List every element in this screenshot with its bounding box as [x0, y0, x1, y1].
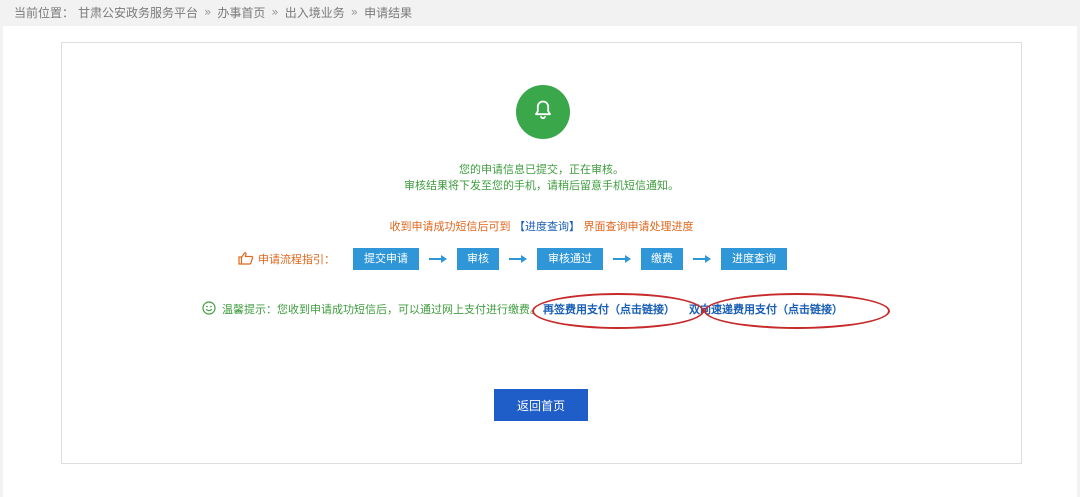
content-panel: 您的申请信息已提交，正在审核。 审核结果将下发至您的手机，请稍后留意手机短信通知…: [3, 26, 1077, 497]
arrow-right-icon: [499, 255, 537, 263]
arrow-right-icon: [683, 255, 721, 263]
step-submit: 提交申请: [353, 248, 419, 270]
breadcrumb-separator: »: [271, 5, 279, 19]
notice-text-after: 界面查询申请处理进度: [583, 220, 694, 233]
process-flow: 申请流程指引： 提交申请 审核 审核通过 缴费 进度查询: [238, 248, 787, 270]
result-card: 您的申请信息已提交，正在审核。 审核结果将下发至您的手机，请稍后留意手机短信通知…: [61, 42, 1022, 464]
step-progress-query: 进度查询: [721, 248, 787, 270]
breadcrumb-item-current: 申请结果: [364, 5, 413, 20]
breadcrumb-separator: »: [204, 5, 212, 19]
arrow-right-icon: [419, 255, 457, 263]
breadcrumb-separator: »: [350, 5, 359, 19]
success-badge: [516, 85, 570, 139]
progress-notice: 收到申请成功短信后可到 【进度查询】 界面查询申请处理进度: [62, 218, 1021, 234]
breadcrumb-item-home[interactable]: 办事首页: [217, 4, 265, 21]
resign-payment-link[interactable]: 再签费用支付（点击链接）: [543, 301, 675, 317]
tip-text: 温馨提示：您收到申请成功短信后，可以通过网上支付进行缴费。: [222, 303, 541, 316]
payment-tip: 温馨提示：您收到申请成功短信后，可以通过网上支付进行缴费。 再签费用支付（点击链…: [202, 299, 843, 319]
breadcrumb-item-platform[interactable]: 甘肃公安政务服务平台: [78, 4, 198, 21]
progress-query-link[interactable]: 【进度查询】: [514, 220, 580, 233]
step-approved: 审核通过: [537, 248, 603, 270]
flow-label-text: 申请流程指引：: [258, 253, 335, 266]
return-home-button[interactable]: 返回首页: [494, 389, 588, 421]
bell-icon: [531, 98, 555, 126]
breadcrumb: 当前位置： 甘肃公安政务服务平台 » 办事首页 » 出入境业务 » 申请结果: [14, 2, 412, 22]
result-message-line1: 您的申请信息已提交，正在审核。: [459, 163, 624, 176]
flow-label: 申请流程指引：: [238, 251, 335, 268]
breadcrumb-item-exit-entry[interactable]: 出入境业务: [285, 4, 345, 21]
arrow-right-icon: [603, 255, 641, 263]
step-payment: 缴费: [641, 248, 683, 270]
express-payment-link[interactable]: 双向速递费用支付（点击链接）: [689, 301, 843, 317]
notice-text-before: 收到申请成功短信后可到: [389, 220, 511, 233]
result-message-line2: 审核结果将下发至您的手机，请稍后留意手机短信通知。: [404, 179, 679, 192]
hand-pointing-icon: [238, 251, 254, 268]
step-review: 审核: [457, 248, 499, 270]
smiley-icon: [202, 300, 216, 318]
breadcrumb-prefix: 当前位置：: [14, 5, 75, 20]
